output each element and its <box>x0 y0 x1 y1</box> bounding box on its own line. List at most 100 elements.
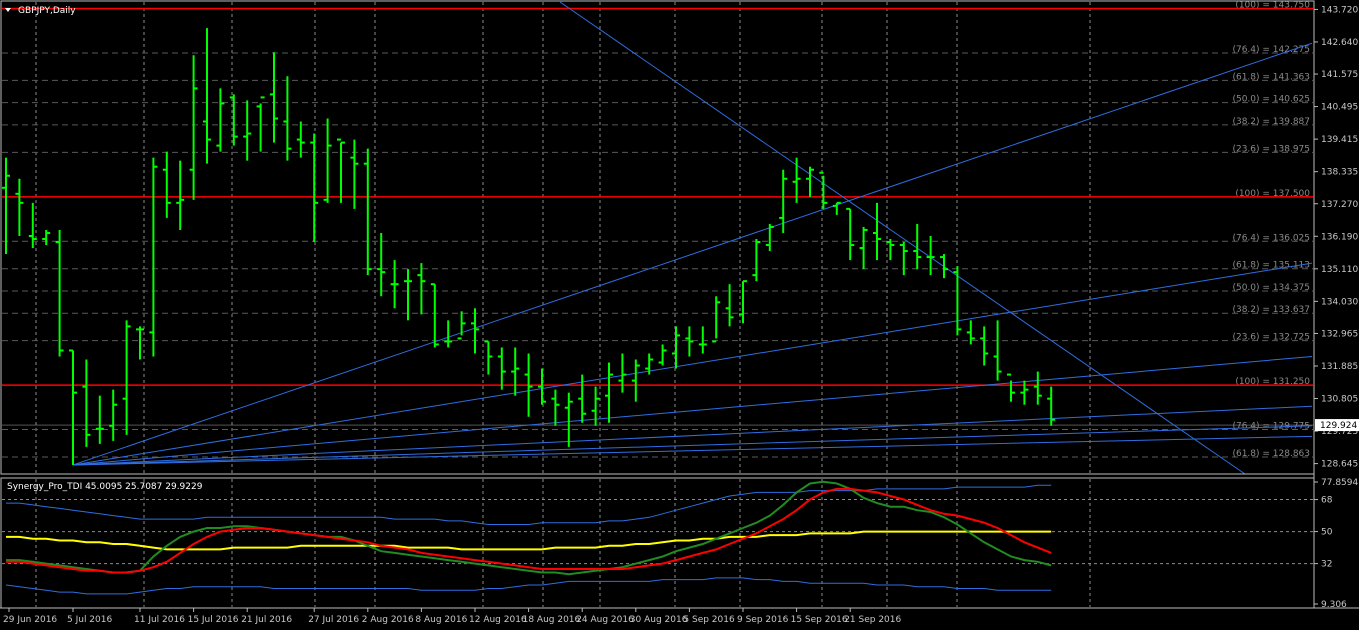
price-tick-label: 131.885 <box>1321 362 1358 372</box>
ohlc-bar <box>819 171 828 209</box>
ohlc-bar <box>806 166 814 197</box>
price-tick-label: 143.720 <box>1321 5 1358 15</box>
ohlc-bar <box>538 368 546 405</box>
date-tick-label: 30 Aug 2016 <box>630 615 688 625</box>
date-tick-label: 8 Aug 2016 <box>415 615 467 625</box>
fib-level-label: (50.0) = 134.375 <box>1232 283 1310 293</box>
fib-level-label: (61.8) = 128.863 <box>1232 449 1310 459</box>
ohlc-bar <box>350 139 359 209</box>
ohlc-bar <box>993 320 1002 381</box>
main-pane-frame <box>0 0 1315 475</box>
ohlc-bar <box>551 389 560 426</box>
ohlc-bar <box>980 326 989 366</box>
ohlc-bar <box>1047 386 1056 426</box>
ohlc-bar <box>564 392 573 447</box>
ohlc-bar <box>605 362 613 423</box>
fib-level-label: (38.2) = 133.637 <box>1232 305 1310 315</box>
date-tick-label: 15 Jul 2016 <box>188 615 239 625</box>
ohlc-bar <box>631 359 640 402</box>
ohlc-bar <box>618 353 627 393</box>
ohlc-bar <box>859 226 868 270</box>
ohlc-bar <box>511 347 520 396</box>
fib-level-label: (23.6) = 132.725 <box>1232 333 1310 343</box>
ohlc-bar <box>658 344 667 366</box>
chart-title: GBPJPY,Daily <box>18 6 76 16</box>
ohlc-bar <box>765 223 774 252</box>
ohlc-bar <box>899 242 908 276</box>
ohlc-bar <box>752 239 761 282</box>
ohlc-bar <box>377 232 386 297</box>
price-tick-label: 134.030 <box>1321 297 1358 307</box>
price-tick-label: 142.640 <box>1321 38 1358 48</box>
trendline <box>72 405 1313 466</box>
indicator-tick-label: 9.306 <box>1321 600 1347 610</box>
indicator-series-lower <box>5 577 1052 595</box>
ohlc-bar <box>444 320 453 348</box>
ohlc-bar <box>55 229 64 357</box>
chart-canvas: (100) = 143.750(76.4) = 142.275(61.8) = … <box>0 0 1359 625</box>
ohlc-bar <box>95 395 104 444</box>
ohlc-bar <box>832 201 841 215</box>
date-tick-label: 21 Sep 2016 <box>844 615 901 625</box>
date-tick-label: 5 Sep 2016 <box>683 615 735 625</box>
ohlc-bar <box>873 202 881 261</box>
trendline <box>559 1 1246 475</box>
ohlc-bar <box>846 207 855 261</box>
price-tick-label: 135.110 <box>1321 265 1358 275</box>
ohlc-bar <box>940 254 948 279</box>
price-tick-label: 137.270 <box>1321 200 1358 210</box>
ohlc-bar <box>176 160 185 230</box>
ohlc-bar <box>390 260 399 309</box>
indicator-tick-label: 77.8594 <box>1321 478 1358 488</box>
ohlc-bar <box>122 320 131 435</box>
ohlc-bar <box>404 269 412 321</box>
ohlc-bar <box>457 311 466 340</box>
date-tick-label: 2 Aug 2016 <box>362 615 414 625</box>
ohlc-bar <box>323 118 332 203</box>
ohlc-bar <box>1007 373 1015 402</box>
price-tick-label: 138.335 <box>1321 168 1358 178</box>
grid <box>2 2 1313 607</box>
trendline <box>72 356 1313 466</box>
ohlc-bar <box>243 100 252 161</box>
date-tick-label: 5 Jul 2016 <box>67 615 112 625</box>
current-price-label: 129.924 <box>1320 421 1357 431</box>
ohlc-bar <box>162 151 171 218</box>
ohlc-bar <box>109 389 118 441</box>
indicator-title: Synergy_Pro_TDI 45.0095 25.7087 29.9229 <box>7 482 203 492</box>
date-tick-label: 21 Jul 2016 <box>241 615 292 625</box>
price-tick-label: 128.645 <box>1321 460 1358 470</box>
date-tick-label: 27 Jul 2016 <box>308 615 359 625</box>
ohlc-bar <box>698 326 707 354</box>
ohlc-bar <box>310 133 319 243</box>
fib-level-label: (61.8) = 141.363 <box>1232 72 1310 82</box>
ohlc-bar <box>136 326 144 360</box>
ohlc-bar <box>363 148 372 276</box>
ohlc-bar <box>430 283 439 348</box>
ohlc-bars <box>2 28 1056 465</box>
trendline <box>72 262 1313 466</box>
ohlc-bar <box>69 349 77 465</box>
ohlc-bar <box>283 76 292 161</box>
ohlc-bar <box>886 239 895 261</box>
ohlc-bar <box>779 169 788 233</box>
price-tick-label: 140.495 <box>1321 103 1358 113</box>
ohlc-bar <box>149 157 158 357</box>
indicator-series-base <box>6 530 1052 551</box>
date-tick-label: 9 Sep 2016 <box>737 615 789 625</box>
ohlc-bar <box>216 88 225 152</box>
ohlc-bar <box>497 347 506 390</box>
ohlc-bar <box>712 296 721 343</box>
indicator-tick-label: 50 <box>1321 528 1333 538</box>
ohlc-bar <box>471 308 479 354</box>
date-tick-label: 12 Aug 2016 <box>469 615 527 625</box>
ohlc-bar <box>417 263 426 315</box>
ohlc-bar <box>82 359 91 447</box>
indicator-lines <box>5 480 1052 595</box>
ohlc-bar <box>229 94 238 146</box>
date-tick-label: 24 Aug 2016 <box>576 615 634 625</box>
dropdown-arrow-icon[interactable] <box>5 8 11 12</box>
ohlc-bar <box>270 52 278 143</box>
price-tick-label: 136.190 <box>1321 232 1358 242</box>
trendline <box>72 435 1313 466</box>
